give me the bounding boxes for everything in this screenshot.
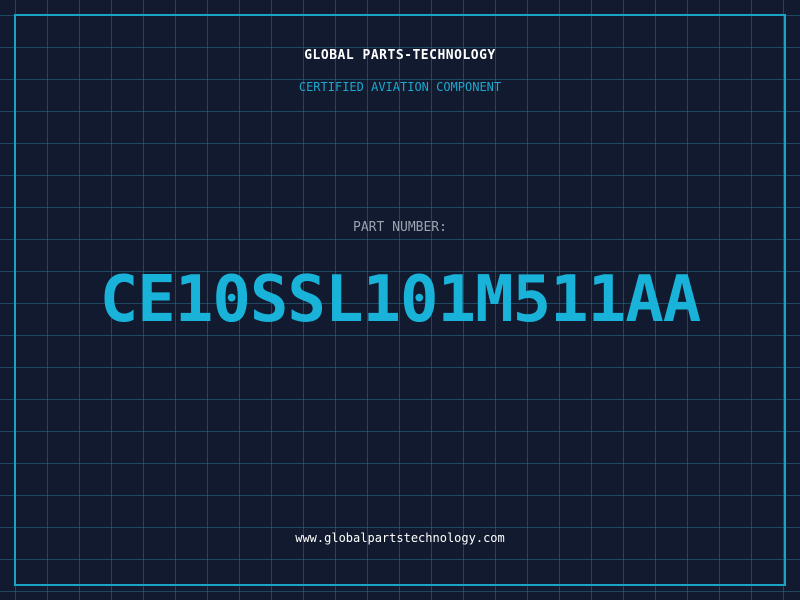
website-link[interactable]: www.globalpartstechnology.com (0, 531, 800, 545)
company-name: GLOBAL PARTS-TECHNOLOGY (304, 48, 496, 63)
part-number-label: PART NUMBER: (353, 220, 447, 235)
certification-tagline: CERTIFIED AVIATION COMPONENT (298, 80, 502, 94)
part-number-value: CE10SSL101M511AA (99, 263, 702, 337)
